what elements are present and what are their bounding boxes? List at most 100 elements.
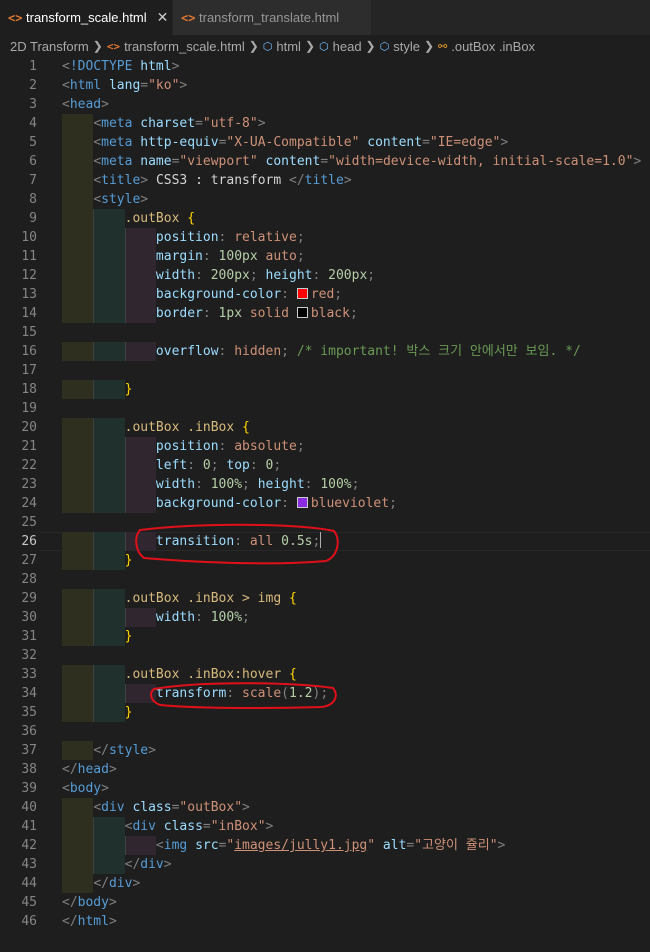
breadcrumb-head[interactable]: ⬡ head xyxy=(319,39,362,54)
breadcrumb-folder[interactable]: 2D Transform xyxy=(10,39,89,54)
breadcrumb-file[interactable]: <> transform_scale.html xyxy=(107,39,245,54)
code-text: } xyxy=(124,382,133,397)
code-line[interactable]: 17 xyxy=(0,361,650,380)
code-line[interactable]: 3 <head> xyxy=(0,95,650,114)
code-text: <meta http-equiv="X-UA-Compatible" conte… xyxy=(93,135,509,150)
code-line[interactable]: 19 xyxy=(0,399,650,418)
breadcrumb-html[interactable]: ⬡ html xyxy=(263,39,301,54)
breadcrumb-label: head xyxy=(332,38,362,54)
code-line[interactable]: 16 overflow: hidden; /* important! 박스 크기… xyxy=(0,342,650,361)
line-number: 7 xyxy=(29,173,37,188)
breadcrumb: 2D Transform ❯ <> transform_scale.html ❯ … xyxy=(0,35,650,57)
line-number: 39 xyxy=(21,781,37,796)
code-text: </style> xyxy=(93,743,156,758)
code-text: .outBox .inBox:hover { xyxy=(124,667,297,682)
code-line[interactable]: 23 width: 100%; height: 100%; xyxy=(0,475,650,494)
code-line[interactable]: 4 <meta charset="utf-8"> xyxy=(0,114,650,133)
code-line[interactable]: 5 <meta http-equiv="X-UA-Compatible" con… xyxy=(0,133,650,152)
code-line[interactable]: 44 </div> xyxy=(0,874,650,893)
code-line[interactable]: 8 <style> xyxy=(0,190,650,209)
line-number: 21 xyxy=(21,439,37,454)
line-number: 5 xyxy=(29,135,37,150)
code-text: transform: scale(1.2); xyxy=(155,686,329,701)
chevron-right-icon: ❯ xyxy=(365,39,376,53)
code-line[interactable]: 46 </html> xyxy=(0,912,650,931)
code-line[interactable]: 35 } xyxy=(0,703,650,722)
tab-label: transform_translate.html xyxy=(199,10,340,25)
code-line[interactable]: 25 xyxy=(0,513,650,532)
line-number: 16 xyxy=(21,344,37,359)
code-text: .outBox .inBox { xyxy=(124,420,250,435)
code-line[interactable]: 29 .outBox .inBox > img { xyxy=(0,589,650,608)
code-text: } xyxy=(124,705,133,720)
code-line[interactable]: 2 <html lang="ko"> xyxy=(0,76,650,95)
code-line[interactable]: 22 left: 0; top: 0; xyxy=(0,456,650,475)
code-text: width: 200px; height: 200px; xyxy=(155,268,376,283)
color-swatch-icon[interactable] xyxy=(296,288,308,299)
line-number: 41 xyxy=(21,819,37,834)
code-line[interactable]: 45 </body> xyxy=(0,893,650,912)
code-line[interactable]: 1 <!DOCTYPE html> xyxy=(0,57,650,76)
code-line[interactable]: 33 .outBox .inBox:hover { xyxy=(0,665,650,684)
code-text: <div class="inBox"> xyxy=(124,819,274,834)
code-text: } xyxy=(124,553,133,568)
color-swatch-icon[interactable] xyxy=(296,307,308,318)
code-line[interactable]: 34 transform: scale(1.2); xyxy=(0,684,650,703)
code-text: </div> xyxy=(93,876,141,891)
code-line[interactable]: 41 <div class="inBox"> xyxy=(0,817,650,836)
tab-bar: <> transform_scale.html ✕ <> transform_t… xyxy=(0,0,650,35)
code-line[interactable]: 30 width: 100%; xyxy=(0,608,650,627)
code-line[interactable]: 42 <img src="images/jully1.jpg" alt="고양이… xyxy=(0,836,650,855)
line-number: 1 xyxy=(29,59,37,74)
code-line[interactable]: 39 <body> xyxy=(0,779,650,798)
element-icon: ⬡ xyxy=(262,39,273,53)
code-line[interactable]: 18 } xyxy=(0,380,650,399)
code-line[interactable]: 15 xyxy=(0,323,650,342)
code-line[interactable]: 10 position: relative; xyxy=(0,228,650,247)
code-text: </html> xyxy=(62,914,117,929)
code-line[interactable]: 40 <div class="outBox"> xyxy=(0,798,650,817)
line-number: 33 xyxy=(21,667,37,682)
close-icon[interactable]: ✕ xyxy=(157,10,169,26)
code-editor[interactable]: 1 <!DOCTYPE html> 2 <html lang="ko"> 3 <head>… xyxy=(0,57,650,952)
code-line[interactable]: 6 <meta name="viewport" content="width=d… xyxy=(0,152,650,171)
line-number: 22 xyxy=(21,458,37,473)
code-line[interactable]: 37 </style> xyxy=(0,741,650,760)
code-line[interactable]: 21 position: absolute; xyxy=(0,437,650,456)
code-line[interactable]: 20 .outBox .inBox { xyxy=(0,418,650,437)
code-text: position: relative; xyxy=(155,230,305,245)
line-number: 34 xyxy=(21,686,37,701)
code-line[interactable]: 38 </head> xyxy=(0,760,650,779)
breadcrumb-label: .outBox .inBox xyxy=(451,38,536,54)
line-number: 37 xyxy=(21,743,37,758)
tab-label: transform_scale.html xyxy=(26,10,147,25)
tab-transform-scale[interactable]: <> transform_scale.html ✕ xyxy=(0,0,172,35)
code-line[interactable]: 43 </div> xyxy=(0,855,650,874)
code-line[interactable]: 11 margin: 100px auto; xyxy=(0,247,650,266)
code-line[interactable]: 36 xyxy=(0,722,650,741)
code-text: <meta name="viewport" content="width=dev… xyxy=(93,154,642,169)
line-number: 45 xyxy=(21,895,37,910)
code-line[interactable]: 28 xyxy=(0,570,650,589)
breadcrumb-selector[interactable]: ⚯ .outBox .inBox xyxy=(438,39,535,54)
code-line[interactable]: 13 background-color: red; xyxy=(0,285,650,304)
code-text: .outBox { xyxy=(124,211,196,226)
breadcrumb-style[interactable]: ⬡ style xyxy=(380,39,420,54)
line-number: 29 xyxy=(21,591,37,606)
code-line[interactable]: 27 } xyxy=(0,551,650,570)
code-text: <div class="outBox"> xyxy=(93,800,250,815)
code-line[interactable]: 24 background-color: blueviolet; xyxy=(0,494,650,513)
chevron-right-icon: ❯ xyxy=(92,39,103,53)
tab-transform-translate[interactable]: <> transform_translate.html xyxy=(173,0,371,35)
code-line[interactable]: 12 width: 200px; height: 200px; xyxy=(0,266,650,285)
line-number: 40 xyxy=(21,800,37,815)
element-icon: ⬡ xyxy=(319,39,329,53)
code-text: </head> xyxy=(62,762,117,777)
code-line[interactable]: 9 .outBox { xyxy=(0,209,650,228)
code-line[interactable]: 14 border: 1px solid black; xyxy=(0,304,650,323)
code-line[interactable]: 7 <title> CSS3 : transform </title> xyxy=(0,171,650,190)
code-line[interactable]: 32 xyxy=(0,646,650,665)
code-line[interactable]: 26 transition: all 0.5s; xyxy=(0,532,650,551)
color-swatch-icon[interactable] xyxy=(296,497,308,508)
code-line[interactable]: 31 } xyxy=(0,627,650,646)
